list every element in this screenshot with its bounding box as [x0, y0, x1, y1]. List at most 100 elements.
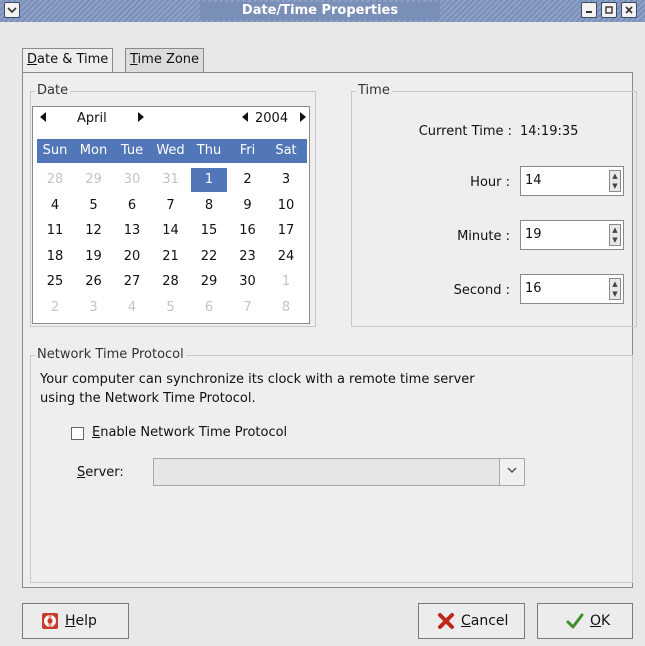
hour-spinner[interactable]: 14 ▲ ▼: [520, 166, 624, 196]
arrow-right-icon: [138, 112, 144, 122]
weekday-header: Sun: [42, 143, 68, 158]
date-frame-label: Date: [35, 83, 71, 99]
calendar-day[interactable]: 3: [268, 168, 304, 192]
spin-down-icon[interactable]: ▼: [610, 289, 620, 299]
calendar-day[interactable]: 13: [114, 219, 150, 243]
ok-button[interactable]: OK: [537, 603, 633, 639]
calendar[interactable]: April 2004 Sun Mon Tue Wed Thu Fri Sat 28 29 30 3…: [32, 106, 310, 324]
calendar-day[interactable]: 28: [37, 168, 73, 192]
calendar-day[interactable]: 12: [76, 219, 112, 243]
enable-ntp-label[interactable]: Enable Network Time Protocol: [92, 425, 287, 440]
calendar-day[interactable]: 17: [268, 219, 304, 243]
calendar-day[interactable]: 6: [191, 296, 227, 320]
calendar-day[interactable]: 8: [268, 296, 304, 320]
tab-time-zone[interactable]: Time Zone: [125, 48, 205, 72]
title-bar[interactable]: Date/Time Properties: [0, 0, 645, 23]
hour-spin-arrows[interactable]: ▲ ▼: [609, 170, 621, 192]
weekday-header: Wed: [156, 143, 185, 158]
server-dropdown-button[interactable]: [499, 459, 524, 485]
calendar-day[interactable]: 30: [114, 168, 150, 192]
calendar-day[interactable]: 25: [37, 270, 73, 294]
calendar-day[interactable]: 3: [76, 296, 112, 320]
spin-up-icon[interactable]: ▲: [610, 225, 620, 235]
year-label: 2004: [255, 111, 289, 126]
second-label: Second :: [453, 283, 510, 298]
second-spinner[interactable]: 16 ▲ ▼: [520, 274, 624, 304]
maximize-button[interactable]: [601, 2, 617, 18]
ntp-description-line1: Your computer can synchronize its clock …: [40, 372, 475, 387]
next-year-button[interactable]: [299, 110, 307, 128]
calendar-day[interactable]: 22: [191, 245, 227, 269]
calendar-day[interactable]: 10: [268, 194, 304, 218]
close-button[interactable]: [621, 2, 637, 18]
minute-spin-arrows[interactable]: ▲ ▼: [609, 224, 621, 246]
calendar-day[interactable]: 6: [114, 194, 150, 218]
calendar-day[interactable]: 7: [153, 194, 189, 218]
calendar-day[interactable]: 8: [191, 194, 227, 218]
hour-label: Hour :: [470, 175, 510, 190]
minute-spinner[interactable]: 19 ▲ ▼: [520, 220, 624, 250]
current-time-value: 14:19:35: [520, 124, 579, 139]
calendar-day[interactable]: 27: [114, 270, 150, 294]
spin-up-icon[interactable]: ▲: [610, 279, 620, 289]
tab-accel: D: [27, 52, 38, 67]
minimize-button[interactable]: [581, 2, 597, 18]
ok-accel: O: [590, 613, 602, 629]
calendar-day[interactable]: 7: [230, 296, 266, 320]
calendar-day[interactable]: 2: [37, 296, 73, 320]
enable-ntp-checkbox[interactable]: [71, 427, 84, 440]
prev-year-button[interactable]: [241, 110, 249, 128]
spin-down-icon[interactable]: ▼: [610, 181, 620, 191]
tab-date-time[interactable]: Date & Time: [22, 48, 114, 73]
calendar-day[interactable]: 24: [268, 245, 304, 269]
weekday-header: Mon: [79, 143, 108, 158]
weekday-header: Tue: [120, 143, 144, 158]
calendar-day[interactable]: 29: [191, 270, 227, 294]
maximize-icon: [605, 6, 613, 14]
chevron-down-icon: [507, 467, 517, 474]
window-menu-button[interactable]: [4, 2, 20, 18]
month-label: April: [77, 111, 107, 126]
calendar-day[interactable]: 19: [76, 245, 112, 269]
calendar-day[interactable]: 26: [76, 270, 112, 294]
calendar-day[interactable]: 5: [153, 296, 189, 320]
spin-up-icon[interactable]: ▲: [610, 171, 620, 181]
calendar-day[interactable]: 5: [76, 194, 112, 218]
help-button[interactable]: Help: [22, 603, 129, 639]
calendar-day[interactable]: 29: [76, 168, 112, 192]
next-month-button[interactable]: [137, 110, 145, 128]
calendar-day[interactable]: 18: [37, 245, 73, 269]
calendar-day[interactable]: 21: [153, 245, 189, 269]
calendar-day[interactable]: 30: [230, 270, 266, 294]
second-value: 16: [525, 281, 542, 296]
calendar-day[interactable]: 14: [153, 219, 189, 243]
calendar-day[interactable]: 4: [114, 296, 150, 320]
calendar-day[interactable]: 31: [153, 168, 189, 192]
minimize-icon: [586, 11, 592, 13]
help-text: elp: [75, 613, 97, 629]
calendar-day[interactable]: 23: [230, 245, 266, 269]
calendar-day[interactable]: 2: [230, 168, 266, 192]
window-title: Date/Time Properties: [200, 2, 440, 20]
minute-label: Minute :: [457, 229, 510, 244]
ok-text: K: [601, 613, 611, 629]
server-combobox[interactable]: [153, 458, 525, 486]
calendar-day[interactable]: 1: [191, 168, 227, 192]
cancel-x-icon: [438, 613, 454, 629]
chevron-down-icon: [7, 7, 17, 14]
prev-month-button[interactable]: [39, 110, 47, 128]
calendar-day[interactable]: 11: [37, 219, 73, 243]
calendar-day[interactable]: 9: [230, 194, 266, 218]
calendar-day[interactable]: 16: [230, 219, 266, 243]
calendar-day[interactable]: 15: [191, 219, 227, 243]
ntp-description-line2: using the Network Time Protocol.: [40, 391, 256, 406]
spin-down-icon[interactable]: ▼: [610, 235, 620, 245]
calendar-day[interactable]: 4: [37, 194, 73, 218]
tab-accel: T: [130, 52, 138, 67]
second-spin-arrows[interactable]: ▲ ▼: [609, 278, 621, 300]
calendar-day[interactable]: 1: [268, 270, 304, 294]
calendar-day[interactable]: 20: [114, 245, 150, 269]
help-accel: H: [65, 613, 76, 629]
calendar-day[interactable]: 28: [153, 270, 189, 294]
cancel-button[interactable]: Cancel: [418, 603, 525, 639]
